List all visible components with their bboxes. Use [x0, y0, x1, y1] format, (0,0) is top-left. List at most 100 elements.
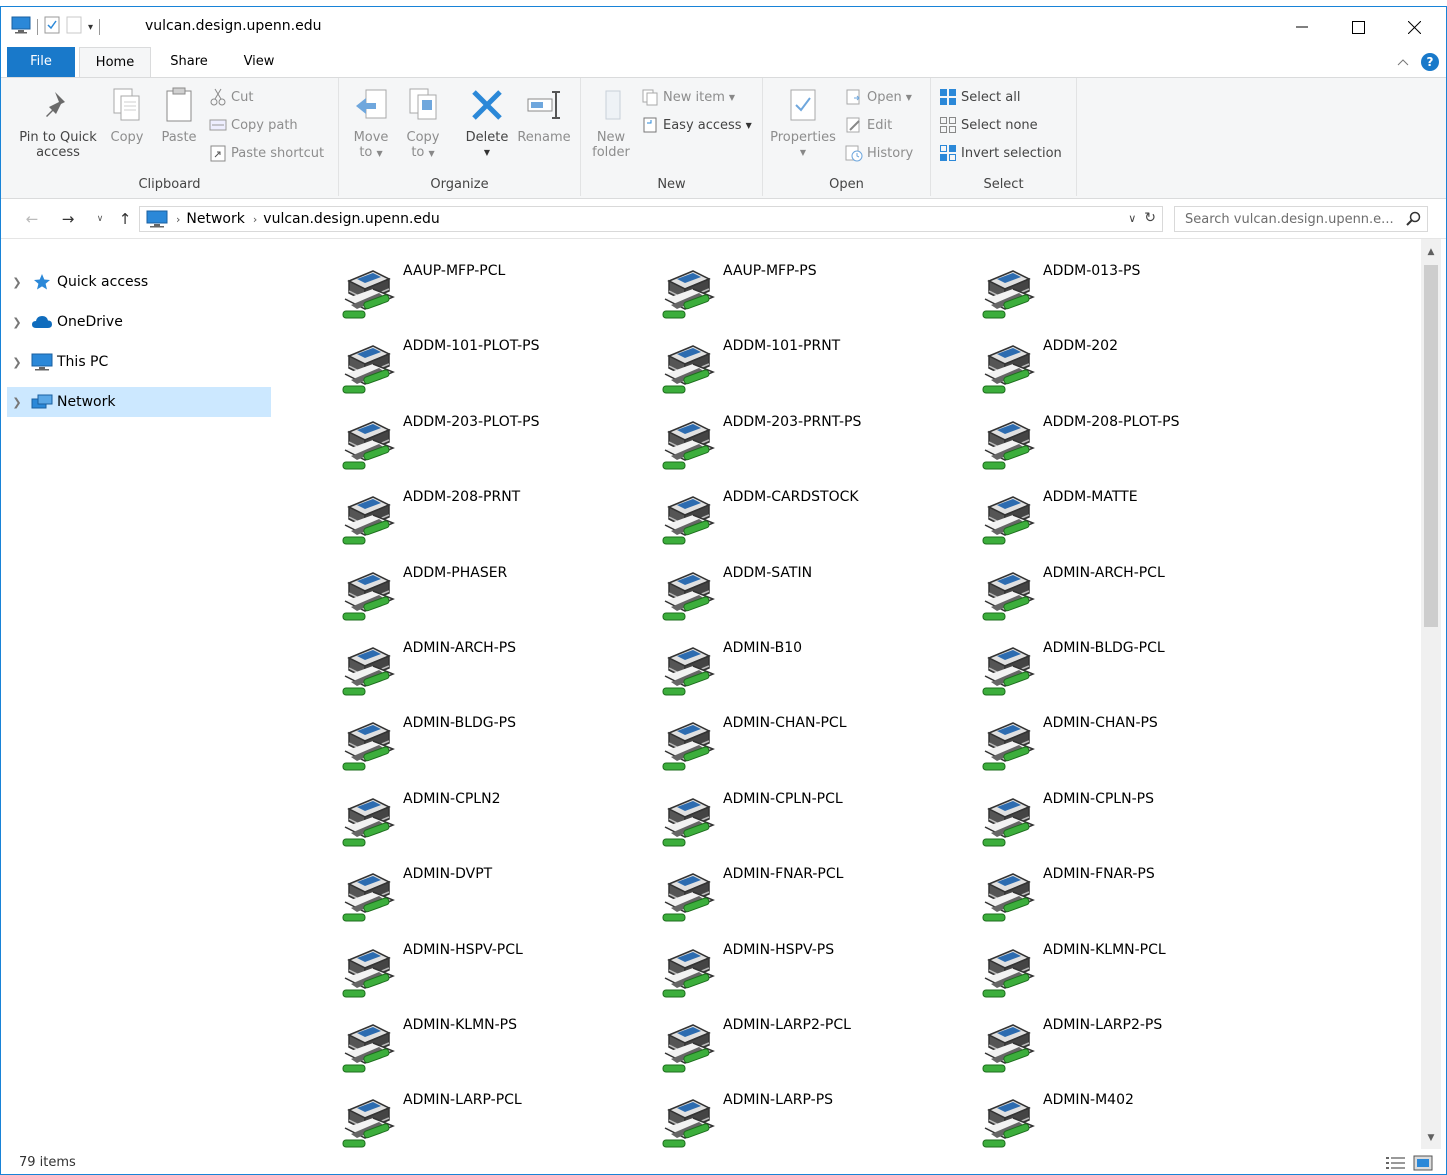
easy-access-button[interactable]: Easy access ▼: [641, 114, 752, 136]
printer-item[interactable]: ADMIN-LARP2-PS: [979, 1017, 1289, 1079]
select-none-button[interactable]: Select none: [939, 114, 1038, 136]
printer-item[interactable]: ADMIN-CPLN-PCL: [659, 791, 969, 853]
nav-label-this-pc: This PC: [57, 354, 109, 370]
copy-to-button[interactable]: Copy to ▼: [401, 84, 445, 161]
printer-item[interactable]: ADDM-208-PRNT: [339, 489, 649, 551]
help-icon[interactable]: ?: [1421, 53, 1439, 71]
printer-item[interactable]: ADMIN-HSPV-PS: [659, 942, 969, 1004]
printer-item[interactable]: ADMIN-LARP-PCL: [339, 1092, 649, 1149]
nav-item-onedrive[interactable]: ❯ OneDrive: [7, 307, 271, 337]
copy-button[interactable]: Copy: [105, 84, 149, 145]
printer-item[interactable]: ADMIN-LARP2-PCL: [659, 1017, 969, 1079]
printer-item[interactable]: ADMIN-LARP-PS: [659, 1092, 969, 1149]
tab-view[interactable]: View: [227, 47, 291, 77]
breadcrumb-network[interactable]: Network: [186, 211, 244, 227]
printer-item[interactable]: ADDM-101-PRNT: [659, 338, 969, 400]
search-input[interactable]: Search vulcan.design.upenn.e...: [1174, 206, 1428, 232]
expand-chevron-icon[interactable]: ❯: [7, 356, 27, 369]
new-item-button[interactable]: New item ▼: [641, 86, 735, 108]
printer-item[interactable]: ADMIN-ARCH-PS: [339, 640, 649, 702]
new-folder-button[interactable]: New folder: [587, 84, 635, 160]
forward-button[interactable]: →: [57, 209, 79, 229]
printer-item[interactable]: AAUP-MFP-PS: [659, 263, 969, 325]
expand-chevron-icon[interactable]: ❯: [7, 316, 27, 329]
cut-button[interactable]: Cut: [209, 86, 253, 108]
navigation-pane: ❯ Quick access ❯ OneDrive ❯ This PC ❯ Ne…: [1, 239, 273, 1149]
pin-quick-access-button[interactable]: Pin to Quick access: [13, 84, 103, 160]
printer-item[interactable]: ADMIN-DVPT: [339, 866, 649, 928]
printer-item[interactable]: ADMIN-BLDG-PCL: [979, 640, 1289, 702]
delete-button[interactable]: Delete ▼: [459, 84, 515, 160]
printer-item[interactable]: ADDM-203-PLOT-PS: [339, 414, 649, 476]
printer-item[interactable]: ADDM-208-PLOT-PS: [979, 414, 1289, 476]
expand-chevron-icon[interactable]: ❯: [7, 276, 27, 289]
tab-share[interactable]: Share: [159, 47, 219, 77]
rename-button[interactable]: Rename: [515, 84, 573, 145]
properties-check-icon[interactable]: [44, 16, 60, 38]
printer-item[interactable]: ADDM-101-PLOT-PS: [339, 338, 649, 400]
printer-item[interactable]: ADMIN-CPLN-PS: [979, 791, 1289, 853]
history-button[interactable]: History: [845, 142, 913, 164]
back-button[interactable]: ←: [21, 209, 43, 229]
printer-item[interactable]: ADDM-PHASER: [339, 565, 649, 627]
printer-item[interactable]: ADMIN-KLMN-PS: [339, 1017, 649, 1079]
printer-item[interactable]: ADMIN-FNAR-PS: [979, 866, 1289, 928]
breadcrumb-current[interactable]: vulcan.design.upenn.edu: [263, 211, 439, 227]
printer-name: AAUP-MFP-PS: [723, 263, 817, 279]
paste-button[interactable]: Paste: [157, 84, 201, 145]
details-view-icon[interactable]: [1385, 1155, 1407, 1174]
chevron-up-icon[interactable]: [1395, 55, 1411, 71]
computer-icon: [146, 210, 168, 228]
up-button[interactable]: ↑: [114, 209, 136, 229]
nav-item-this-pc[interactable]: ❯ This PC: [7, 347, 271, 377]
printer-item[interactable]: ADMIN-CPLN2: [339, 791, 649, 853]
open-button[interactable]: Open ▼: [845, 86, 912, 108]
properties-button[interactable]: Properties ▼: [769, 84, 837, 160]
printer-item[interactable]: ADDM-203-PRNT-PS: [659, 414, 969, 476]
nav-item-quick-access[interactable]: ❯ Quick access: [7, 267, 271, 297]
edit-button[interactable]: Edit: [845, 114, 892, 136]
large-icons-view-icon[interactable]: [1413, 1155, 1433, 1174]
printer-item[interactable]: ADMIN-FNAR-PCL: [659, 866, 969, 928]
printer-item[interactable]: ADDM-202: [979, 338, 1289, 400]
printer-item[interactable]: ADMIN-ARCH-PCL: [979, 565, 1289, 627]
scroll-up-icon[interactable]: ▲: [1421, 243, 1441, 261]
printer-item[interactable]: ADMIN-B10: [659, 640, 969, 702]
nav-item-network[interactable]: ❯ Network: [7, 387, 271, 417]
printer-item[interactable]: ADMIN-BLDG-PS: [339, 715, 649, 777]
close-button[interactable]: [1391, 7, 1437, 47]
network-printer-icon: [659, 342, 717, 398]
printer-item[interactable]: ADMIN-KLMN-PCL: [979, 942, 1289, 1004]
breadcrumb-separator-icon: ›: [252, 212, 258, 226]
recent-locations-button[interactable]: ∨: [89, 209, 111, 229]
invert-selection-button[interactable]: Invert selection: [939, 142, 1062, 164]
tab-home[interactable]: Home: [79, 47, 151, 78]
vertical-scrollbar[interactable]: ▲ ▼: [1421, 239, 1441, 1149]
tab-file[interactable]: File: [7, 47, 75, 77]
printer-item[interactable]: ADDM-MATTE: [979, 489, 1289, 551]
select-all-button[interactable]: Select all: [939, 86, 1020, 108]
printer-item[interactable]: ADMIN-CHAN-PCL: [659, 715, 969, 777]
address-dropdown-icon[interactable]: ∨: [1128, 212, 1136, 225]
copy-path-button[interactable]: Copy path: [209, 114, 298, 136]
expand-chevron-icon[interactable]: ❯: [7, 396, 27, 409]
move-to-button[interactable]: Move to ▼: [347, 84, 395, 161]
printer-item[interactable]: AAUP-MFP-PCL: [339, 263, 649, 325]
minimize-button[interactable]: [1279, 7, 1325, 47]
computer-icon[interactable]: [11, 16, 31, 38]
new-folder-qat-icon[interactable]: [66, 16, 82, 38]
printer-item[interactable]: ADMIN-CHAN-PS: [979, 715, 1289, 777]
printer-item[interactable]: ADMIN-M402: [979, 1092, 1289, 1149]
maximize-button[interactable]: [1335, 7, 1381, 47]
paste-shortcut-button[interactable]: Paste shortcut: [209, 142, 324, 164]
scrollbar-thumb[interactable]: [1424, 265, 1438, 627]
printer-item[interactable]: ADDM-CARDSTOCK: [659, 489, 969, 551]
network-printer-icon: [659, 719, 717, 775]
address-field[interactable]: › Network › vulcan.design.upenn.edu ∨ ↻: [139, 206, 1163, 232]
refresh-icon[interactable]: ↻: [1144, 210, 1156, 226]
customize-qat-icon[interactable]: ▾: [88, 22, 93, 33]
printer-item[interactable]: ADMIN-HSPV-PCL: [339, 942, 649, 1004]
printer-item[interactable]: ADDM-013-PS: [979, 263, 1289, 325]
scroll-down-icon[interactable]: ▼: [1421, 1129, 1441, 1147]
printer-item[interactable]: ADDM-SATIN: [659, 565, 969, 627]
